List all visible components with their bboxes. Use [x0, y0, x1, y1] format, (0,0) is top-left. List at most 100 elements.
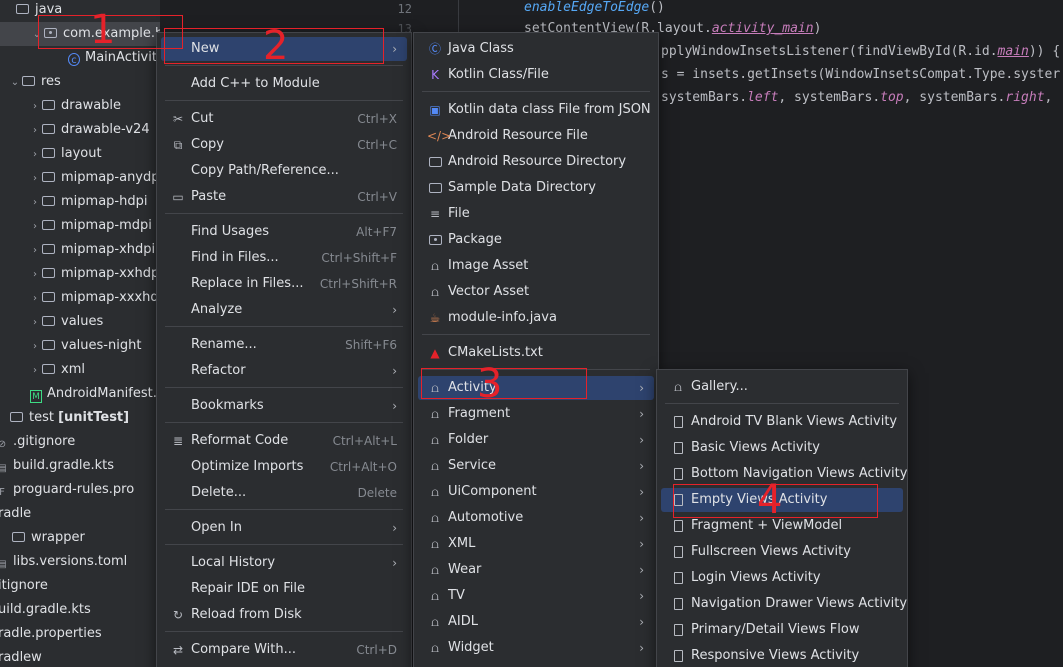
annotation-number-4: 4 [757, 477, 783, 523]
menu-item-automotive[interactable]: ⩍ Automotive › [418, 506, 654, 530]
folder-icon [10, 412, 23, 422]
reload-icon: ↻ [172, 608, 184, 622]
tree-item-test[interactable]: test [unitTest] [10, 406, 129, 430]
context-menu[interactable]: New › Add C++ to Module ✂ Cut Ctrl+X ⧉ Copy C… [156, 32, 412, 667]
menu-item-aidl[interactable]: ⩍ AIDL › [418, 610, 654, 634]
android-icon: ⩍ [431, 485, 439, 499]
menu-item-basic-views[interactable]: Basic Views Activity [661, 436, 903, 460]
tree-item-values-night[interactable]: › values-night [28, 334, 141, 358]
folder-icon [12, 532, 25, 542]
menu-item-copy[interactable]: ⧉ Copy Ctrl+C [161, 133, 407, 157]
chevron-right-icon: › [33, 269, 37, 280]
tree-item-drawable[interactable]: › drawable [28, 94, 121, 118]
folder-icon [427, 150, 443, 174]
menu-item-delete[interactable]: Delete... Delete [161, 481, 407, 505]
tree-item-gradlew[interactable]: radlew [0, 646, 42, 667]
menu-item-gallery[interactable]: ⩍ Gallery... [661, 375, 903, 399]
file-icon [670, 436, 686, 460]
menu-separator [165, 213, 403, 214]
menu-item-bookmarks[interactable]: Bookmarks › [161, 394, 407, 418]
chevron-right-icon: › [33, 365, 37, 376]
menu-item-module-info[interactable]: ☕ module-info.java [418, 306, 654, 330]
tree-item-androidmanifest[interactable]: M AndroidManifest.x [30, 382, 160, 406]
menu-item-cmakelists[interactable]: ▲ CMakeLists.txt [418, 341, 654, 365]
folder-icon [427, 176, 443, 200]
tree-item-mipmap-xxxhdpi[interactable]: › mipmap-xxxhdp [28, 286, 160, 310]
menu-item-image-asset[interactable]: ⩍ Image Asset [418, 254, 654, 278]
tree-item-mipmap-xhdpi[interactable]: › mipmap-xhdpi [28, 238, 155, 262]
menu-item-add-cpp[interactable]: Add C++ to Module [161, 72, 407, 96]
menu-item-kotlin-data-class-json[interactable]: ▣ Kotlin data class File from JSON [418, 98, 654, 122]
menu-item-login[interactable]: Login Views Activity [661, 566, 903, 590]
menu-item-android-tv-blank[interactable]: Android TV Blank Views Activity [661, 410, 903, 434]
tree-item-root-build-gradle[interactable]: uild.gradle.kts [0, 598, 91, 622]
tree-item-gradle-properties[interactable]: radle.properties [0, 622, 102, 646]
chevron-right-icon: › [392, 364, 397, 378]
tree-item-build-gradle[interactable]: ▤ build.gradle.kts [0, 454, 114, 478]
menu-item-find-in-files[interactable]: Find in Files... Ctrl+Shift+F [161, 246, 407, 270]
menu-item-replace-in-files[interactable]: Replace in Files... Ctrl+Shift+R [161, 272, 407, 296]
tree-item-layout[interactable]: › layout [28, 142, 102, 166]
tree-item-root-gitignore[interactable]: itignore [0, 574, 48, 598]
menu-item-fragment[interactable]: ⩍ Fragment › [418, 402, 654, 426]
menu-item-reload-from-disk[interactable]: ↻ Reload from Disk [161, 603, 407, 627]
tree-item-gradle[interactable]: radle [0, 502, 31, 526]
menu-item-sample-data-directory[interactable]: Sample Data Directory [418, 176, 654, 200]
menu-item-wear[interactable]: ⩍ Wear › [418, 558, 654, 582]
menu-item-widget[interactable]: ⩍ Widget › [418, 636, 654, 660]
menu-item-paste[interactable]: ▭ Paste Ctrl+V [161, 185, 407, 209]
tree-item-libs-versions[interactable]: ▤ libs.versions.toml [0, 550, 127, 574]
chevron-right-icon: › [639, 589, 644, 603]
chevron-right-icon: › [639, 511, 644, 525]
menu-item-copy-path[interactable]: Copy Path/Reference... [161, 159, 407, 183]
menu-item-navigation-drawer[interactable]: Navigation Drawer Views Activity [661, 592, 907, 616]
menu-item-android-resource-file[interactable]: </> Android Resource File [418, 124, 654, 148]
android-icon: ⩍ [431, 589, 439, 603]
menu-item-open-in[interactable]: Open In › [161, 516, 407, 540]
menu-item-uicomponent[interactable]: ⩍ UiComponent › [418, 480, 654, 504]
tree-item-mipmap-anydpi[interactable]: › mipmap-anydp [28, 166, 160, 190]
menu-item-repair-ide[interactable]: Repair IDE on File [161, 577, 407, 601]
tree-item-mipmap-hdpi[interactable]: › mipmap-hdpi [28, 190, 147, 214]
menu-item-analyze[interactable]: Analyze › [161, 298, 407, 322]
java-class-icon: Ⓒ [428, 42, 441, 56]
tree-item-res[interactable]: ⌄ res [8, 70, 61, 94]
menu-item-primary-detail[interactable]: Primary/Detail Views Flow [661, 618, 903, 642]
menu-item-rename[interactable]: Rename... Shift+F6 [161, 333, 407, 357]
tree-item-gitignore[interactable]: ⊘ .gitignore [0, 430, 75, 454]
menu-item-local-history[interactable]: Local History › [161, 551, 407, 575]
tree-item-mipmap-xxhdpi[interactable]: › mipmap-xxhdp [28, 262, 159, 286]
menu-item-vector-asset[interactable]: ⩍ Vector Asset [418, 280, 654, 304]
tree-item-values[interactable]: › values [28, 310, 103, 334]
menu-item-reformat-code[interactable]: ≣ Reformat Code Ctrl+Alt+L [161, 429, 407, 453]
text-file-icon: F [0, 487, 5, 498]
menu-item-refactor[interactable]: Refactor › [161, 359, 407, 383]
menu-item-compare-with[interactable]: ⇄ Compare With... Ctrl+D [161, 638, 407, 662]
tree-item-xml[interactable]: › xml [28, 358, 85, 382]
menu-item-tv[interactable]: ⩍ TV › [418, 584, 654, 608]
menu-item-optimize-imports[interactable]: Optimize Imports Ctrl+Alt+O [161, 455, 407, 479]
chevron-right-icon: › [33, 221, 37, 232]
tree-item-wrapper[interactable]: wrapper [12, 526, 85, 550]
menu-item-fullscreen[interactable]: Fullscreen Views Activity [661, 540, 903, 564]
menu-item-responsive-views[interactable]: Responsive Views Activity [661, 644, 903, 667]
menu-item-java-class[interactable]: Ⓒ Java Class [418, 37, 654, 61]
menu-item-folder[interactable]: ⩍ Folder › [418, 428, 654, 452]
menu-item-file[interactable]: ≡ File [418, 202, 654, 226]
tree-item-proguard[interactable]: Fproguard-rules.pro [0, 478, 134, 502]
menu-item-android-resource-directory[interactable]: Android Resource Directory [418, 150, 654, 174]
scissors-icon: ✂ [172, 112, 184, 126]
tree-item-mipmap-mdpi[interactable]: › mipmap-mdpi [28, 214, 152, 238]
menu-item-service[interactable]: ⩍ Service › [418, 454, 654, 478]
menu-item-find-usages[interactable]: Find Usages Alt+F7 [161, 220, 407, 244]
folder-icon [42, 100, 55, 110]
menu-item-cut[interactable]: ✂ Cut Ctrl+X [161, 107, 407, 131]
menu-separator [665, 403, 899, 404]
project-tree[interactable]: java ⌄ com.example.h c MainActivity ⌄ res ›… [0, 0, 160, 667]
menu-item-kotlin-class[interactable]: K Kotlin Class/File [418, 63, 654, 87]
new-submenu[interactable]: Ⓒ Java Class K Kotlin Class/File ▣ Kotlin d… [413, 32, 659, 667]
folder-icon [42, 316, 55, 326]
menu-item-xml[interactable]: ⩍ XML › [418, 532, 654, 556]
tree-item-drawable-v24[interactable]: › drawable-v24 [28, 118, 150, 142]
menu-item-package[interactable]: Package [418, 228, 654, 252]
